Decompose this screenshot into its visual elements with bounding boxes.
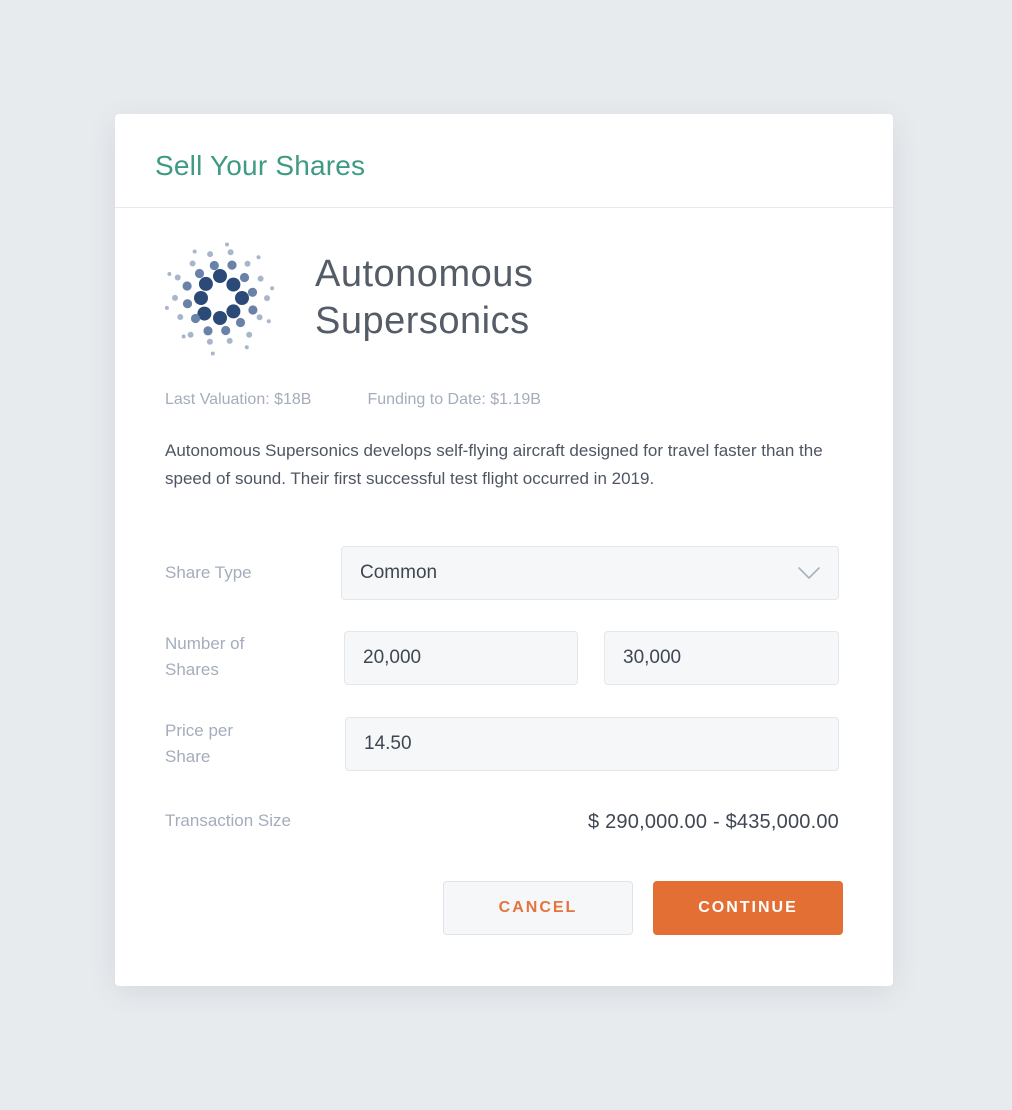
company-name-line2: Supersonics bbox=[315, 300, 530, 342]
price-per-share-label-line2: Share bbox=[165, 747, 211, 766]
shares-max-input[interactable]: 30,000 bbox=[604, 631, 839, 685]
company-description: Autonomous Supersonics develops self-fly… bbox=[165, 441, 823, 488]
cancel-button[interactable]: CANCEL bbox=[443, 881, 633, 935]
shares-max-value: 30,000 bbox=[623, 647, 682, 668]
share-type-value: Common bbox=[360, 562, 438, 583]
number-of-shares-label-line1: Number of bbox=[165, 634, 245, 653]
modal-header: Sell Your Shares bbox=[115, 114, 893, 208]
company-name-line1: Autonomous bbox=[315, 253, 534, 295]
shares-min-value: 20,000 bbox=[363, 647, 422, 668]
chevron-down-icon bbox=[798, 567, 820, 579]
company-logo-icon bbox=[164, 242, 275, 356]
share-type-label: Share Type bbox=[165, 563, 252, 582]
price-per-share-input[interactable]: 14.50 bbox=[345, 717, 839, 771]
price-per-share-label-line1: Price per bbox=[165, 721, 234, 740]
last-valuation: Last Valuation: $18B bbox=[165, 391, 312, 408]
shares-min-input[interactable]: 20,000 bbox=[344, 631, 578, 685]
transaction-size-label: Transaction Size bbox=[165, 811, 291, 830]
price-per-share-value: 14.50 bbox=[364, 733, 412, 754]
transaction-size-value: $ 290,000.00 - $435,000.00 bbox=[588, 811, 839, 833]
share-type-select[interactable]: Common bbox=[341, 546, 839, 600]
price-per-share-label: Price per Share bbox=[165, 718, 233, 770]
sell-shares-modal: Sell Your Shares Autonomous Supersonics … bbox=[115, 114, 893, 986]
number-of-shares-label: Number of Shares bbox=[165, 631, 244, 683]
company-stats: Last Valuation: $18B Funding to Date: $1.… bbox=[165, 390, 541, 410]
number-of-shares-label-line2: Shares bbox=[165, 660, 219, 679]
continue-button[interactable]: CONTINUE bbox=[653, 881, 843, 935]
company-name: Autonomous Supersonics bbox=[315, 251, 533, 345]
funding-to-date: Funding to Date: $1.19B bbox=[367, 391, 541, 408]
modal-title: Sell Your Shares bbox=[155, 150, 366, 181]
